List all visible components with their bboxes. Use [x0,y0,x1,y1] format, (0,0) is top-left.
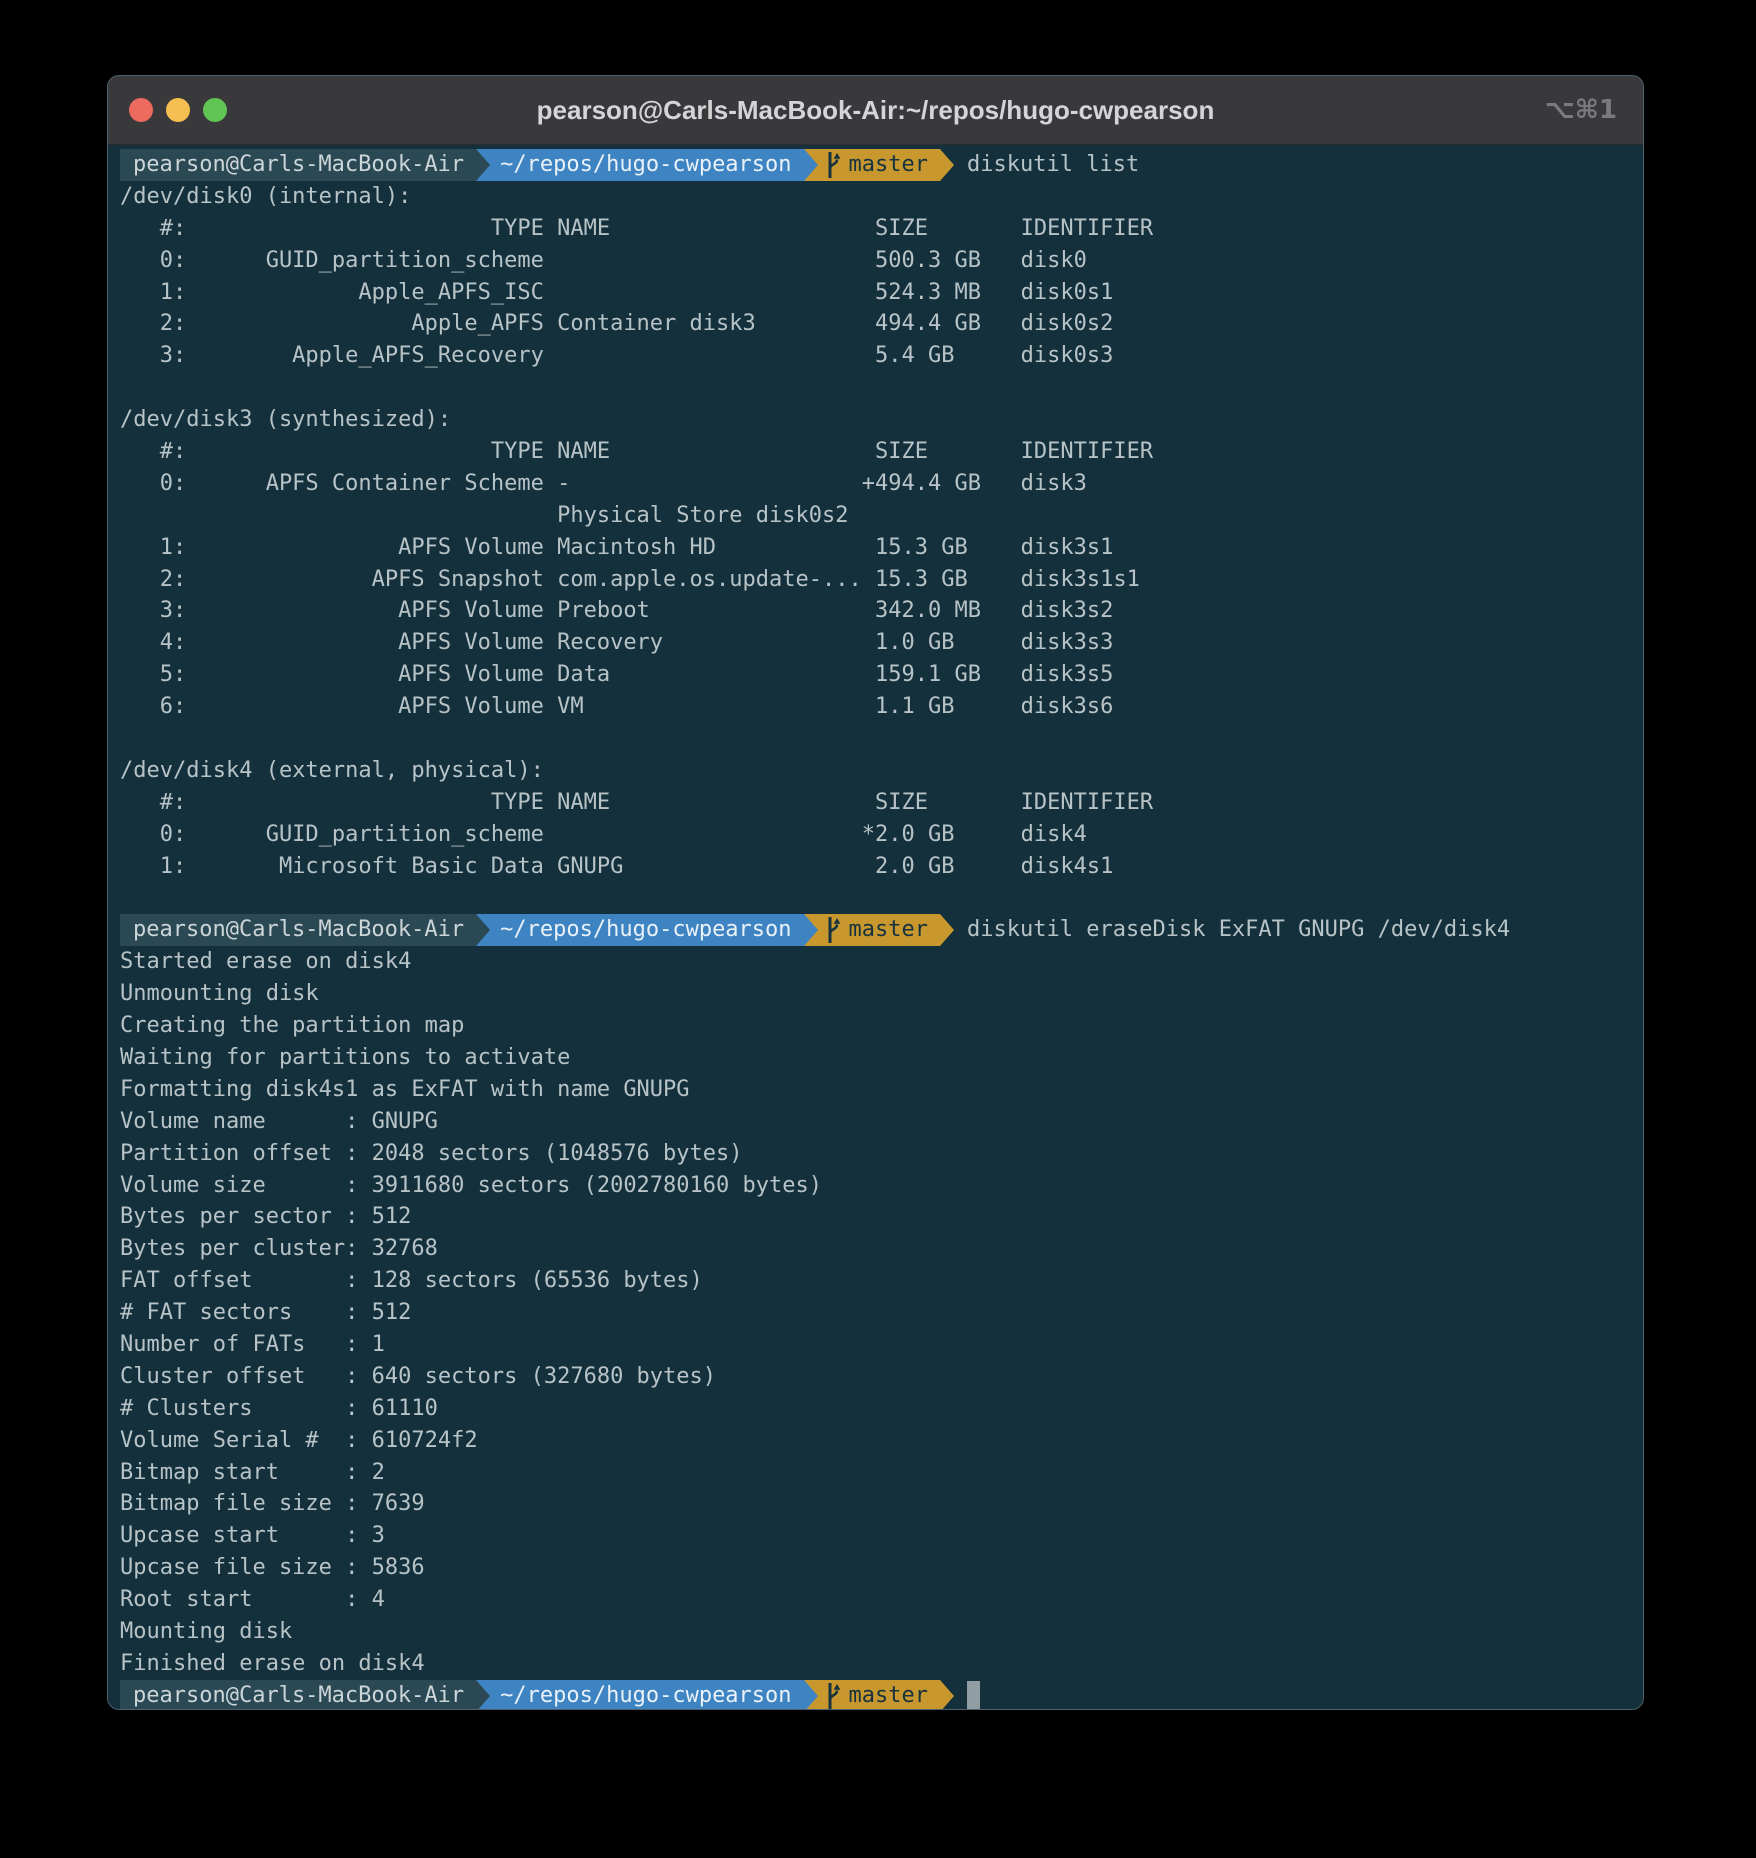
terminal[interactable]: pearson@Carls-MacBook-Air ~/repos/hugo-c… [108,145,1643,1709]
powerline-arrow-icon [804,914,818,946]
terminal-line: Volume size : 3911680 sectors (200278016… [120,1170,1643,1202]
terminal-line: Physical Store disk0s2 [120,500,1643,532]
terminal-line: 2: APFS Snapshot com.apple.os.update-...… [120,564,1643,596]
terminal-line: 1: APFS Volume Macintosh HD 15.3 GB disk… [120,532,1643,564]
terminal-line: Started erase on disk4 [120,946,1643,978]
command-text: diskutil list [954,149,1139,181]
zoom-button[interactable] [203,98,227,122]
prompt-git-segment: master [818,914,940,946]
terminal-line: 0: GUID_partition_scheme *2.0 GB disk4 [120,819,1643,851]
terminal-line: 6: APFS Volume VM 1.1 GB disk3s6 [120,691,1643,723]
powerline-arrow-icon [940,1680,954,1709]
traffic-lights [108,98,227,122]
terminal-line [120,372,1643,404]
prompt-line-3: pearson@Carls-MacBook-Air ~/repos/hugo-c… [120,1680,1643,1709]
terminal-line: Finished erase on disk4 [120,1648,1643,1680]
terminal-line: Creating the partition map [120,1010,1643,1042]
terminal-line: 0: APFS Container Scheme - +494.4 GB dis… [120,468,1643,500]
prompt-path-segment: ~/repos/hugo-cwpearson [490,1680,803,1709]
close-button[interactable] [129,98,153,122]
git-branch-name: master [849,1680,928,1709]
terminal-line: Mounting disk [120,1616,1643,1648]
powerline-arrow-icon [940,914,954,946]
erase-output: Started erase on disk4Unmounting diskCre… [120,946,1643,1679]
prompt-user-host: pearson@Carls-MacBook-Air [133,1680,464,1709]
terminal-cursor[interactable] [967,1681,980,1709]
window-title: pearson@Carls-MacBook-Air:~/repos/hugo-c… [108,95,1643,126]
prompt-user-host: pearson@Carls-MacBook-Air [133,914,464,946]
terminal-line: 1: Microsoft Basic Data GNUPG 2.0 GB dis… [120,851,1643,883]
prompt-host-segment: pearson@Carls-MacBook-Air [120,149,476,181]
powerline-arrow-icon [804,149,818,181]
prompt-git-segment: master [818,1680,940,1709]
window-shortcut-hint: ⌥⌘1 [1545,95,1643,125]
terminal-line: Bitmap start : 2 [120,1457,1643,1489]
terminal-line: 5: APFS Volume Data 159.1 GB disk3s5 [120,659,1643,691]
git-branch-icon [825,1683,842,1709]
git-branch-icon [825,917,842,943]
prompt-path: ~/repos/hugo-cwpearson [500,1680,791,1709]
terminal-line: 4: APFS Volume Recovery 1.0 GB disk3s3 [120,627,1643,659]
prompt-host-segment: pearson@Carls-MacBook-Air [120,914,476,946]
terminal-line: Formatting disk4s1 as ExFAT with name GN… [120,1074,1643,1106]
terminal-line: #: TYPE NAME SIZE IDENTIFIER [120,787,1643,819]
terminal-line [120,723,1643,755]
powerline-arrow-icon [476,1680,490,1709]
powerline-arrow-icon [804,1680,818,1709]
powerline-arrow-icon [476,914,490,946]
terminal-line: FAT offset : 128 sectors (65536 bytes) [120,1265,1643,1297]
terminal-line: 3: Apple_APFS_Recovery 5.4 GB disk0s3 [120,340,1643,372]
prompt-host-segment: pearson@Carls-MacBook-Air [120,1680,476,1709]
terminal-line: 3: APFS Volume Preboot 342.0 MB disk3s2 [120,595,1643,627]
terminal-line: Number of FATs : 1 [120,1329,1643,1361]
terminal-line: Volume name : GNUPG [120,1106,1643,1138]
titlebar[interactable]: pearson@Carls-MacBook-Air:~/repos/hugo-c… [108,76,1643,145]
minimize-button[interactable] [166,98,190,122]
terminal-line: Cluster offset : 640 sectors (327680 byt… [120,1361,1643,1393]
terminal-line: # FAT sectors : 512 [120,1297,1643,1329]
prompt-path: ~/repos/hugo-cwpearson [500,914,791,946]
disk-list-output: /dev/disk0 (internal): #: TYPE NAME SIZE… [120,181,1643,914]
terminal-line: /dev/disk0 (internal): [120,181,1643,213]
terminal-line: Bytes per cluster: 32768 [120,1233,1643,1265]
terminal-line: Root start : 4 [120,1584,1643,1616]
git-branch-name: master [849,149,928,181]
command-text: diskutil eraseDisk ExFAT GNUPG /dev/disk… [954,914,1510,946]
prompt-line-2: pearson@Carls-MacBook-Air ~/repos/hugo-c… [120,914,1643,946]
terminal-line: Bytes per sector : 512 [120,1201,1643,1233]
powerline-arrow-icon [476,149,490,181]
terminal-line: 0: GUID_partition_scheme 500.3 GB disk0 [120,245,1643,277]
git-branch-icon [825,152,842,178]
terminal-line: Upcase file size : 5836 [120,1552,1643,1584]
terminal-line [120,882,1643,914]
terminal-line: Waiting for partitions to activate [120,1042,1643,1074]
terminal-line: /dev/disk3 (synthesized): [120,404,1643,436]
prompt-path-segment: ~/repos/hugo-cwpearson [490,149,803,181]
terminal-line: 1: Apple_APFS_ISC 524.3 MB disk0s1 [120,277,1643,309]
terminal-line: Bitmap file size : 7639 [120,1488,1643,1520]
terminal-line: #: TYPE NAME SIZE IDENTIFIER [120,213,1643,245]
powerline-arrow-icon [940,149,954,181]
prompt-git-segment: master [818,149,940,181]
prompt-path: ~/repos/hugo-cwpearson [500,149,791,181]
terminal-line: /dev/disk4 (external, physical): [120,755,1643,787]
prompt-path-segment: ~/repos/hugo-cwpearson [490,914,803,946]
prompt-line-1: pearson@Carls-MacBook-Air ~/repos/hugo-c… [120,149,1643,181]
terminal-line: # Clusters : 61110 [120,1393,1643,1425]
terminal-line: Volume Serial # : 610724f2 [120,1425,1643,1457]
terminal-line: Partition offset : 2048 sectors (1048576… [120,1138,1643,1170]
git-branch-name: master [849,914,928,946]
terminal-line: #: TYPE NAME SIZE IDENTIFIER [120,436,1643,468]
terminal-line: Unmounting disk [120,978,1643,1010]
terminal-line: 2: Apple_APFS Container disk3 494.4 GB d… [120,308,1643,340]
terminal-line: Upcase start : 3 [120,1520,1643,1552]
terminal-window: pearson@Carls-MacBook-Air:~/repos/hugo-c… [107,75,1644,1710]
prompt-user-host: pearson@Carls-MacBook-Air [133,149,464,181]
